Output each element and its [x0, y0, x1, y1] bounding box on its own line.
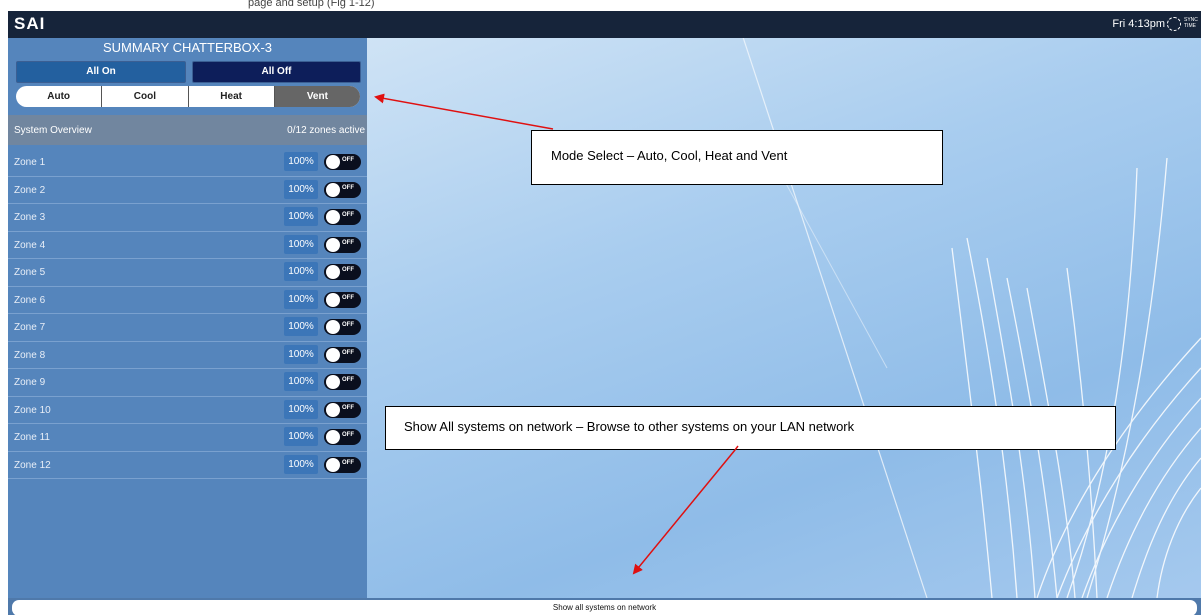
show-all-arrow-tail — [734, 445, 739, 451]
show-all-arrow — [632, 449, 736, 575]
annotation-arrows — [374, 93, 739, 575]
mode-select-arrow — [374, 93, 554, 130]
